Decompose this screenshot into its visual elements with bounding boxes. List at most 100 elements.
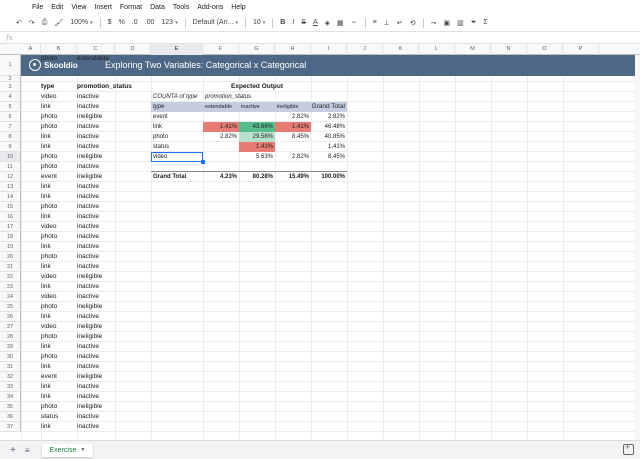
data-type-cell[interactable]: link <box>41 282 51 292</box>
add-sheet-icon[interactable]: + <box>10 445 16 456</box>
pivot-value[interactable] <box>203 152 239 162</box>
filter-icon[interactable]: ⏷ <box>471 19 477 27</box>
row-header-13[interactable]: 13 <box>0 182 21 192</box>
data-type-cell[interactable]: link <box>41 142 51 152</box>
data-type-cell[interactable]: photo <box>41 402 57 412</box>
data-status-cell[interactable]: inactive <box>77 142 137 152</box>
data-status-cell[interactable]: ineligible <box>77 172 137 182</box>
column-header-k[interactable]: K <box>383 44 419 55</box>
number-format-select[interactable]: 123 <box>161 19 177 26</box>
data-status-cell[interactable]: extendable <box>77 55 137 62</box>
decrease-decimal-button[interactable]: .0 <box>132 19 138 26</box>
row-header-5[interactable]: 5 <box>0 102 21 112</box>
selected-cell[interactable] <box>151 152 205 164</box>
row-header-27[interactable]: 27 <box>0 322 21 332</box>
fill-color-icon[interactable]: ◈ <box>325 19 330 27</box>
row-header-17[interactable]: 17 <box>0 222 21 232</box>
row-header-35[interactable]: 35 <box>0 402 21 412</box>
bold-button[interactable]: B <box>280 19 285 26</box>
pivot-counta-label[interactable]: COUNTA of type <box>151 92 203 102</box>
data-status-cell[interactable]: ineligible <box>77 322 137 332</box>
data-status-cell[interactable]: ineligible <box>77 152 137 162</box>
data-status-cell[interactable]: inactive <box>77 392 137 402</box>
data-status-cell[interactable]: inactive <box>77 362 137 372</box>
undo-icon[interactable]: ↶ <box>16 19 22 27</box>
menu-item-tools[interactable]: Tools <box>173 4 189 11</box>
paint-format-icon[interactable]: 🖌 <box>54 19 63 27</box>
data-type-cell[interactable]: photo <box>41 232 57 242</box>
pivot-heading[interactable]: Expected Output <box>231 82 311 92</box>
data-status-cell[interactable]: inactive <box>77 162 137 172</box>
data-status-cell[interactable]: ineligible <box>77 272 137 282</box>
data-status-cell[interactable]: inactive <box>77 382 137 392</box>
data-type-cell[interactable]: photo <box>41 152 57 162</box>
column-header-n[interactable]: N <box>491 44 527 55</box>
column-header-l[interactable]: L <box>419 44 455 55</box>
data-type-cell[interactable]: photo <box>41 162 57 172</box>
column-header-a[interactable]: A <box>21 44 41 55</box>
row-header-1[interactable]: 1 <box>0 55 21 76</box>
pivot-value[interactable]: 2.82% <box>275 112 311 122</box>
pivot-total-value[interactable]: 100.00% <box>311 172 347 182</box>
pivot-value[interactable] <box>239 112 275 122</box>
data-type-cell[interactable]: link <box>41 182 51 192</box>
column-header-d[interactable]: D <box>115 44 151 55</box>
row-header-21[interactable]: 21 <box>0 262 21 272</box>
data-type-cell[interactable]: photo <box>41 55 57 62</box>
data-status-cell[interactable]: inactive <box>77 132 137 142</box>
comment-icon[interactable]: ▣ <box>443 19 450 27</box>
align-icon[interactable]: ≡ <box>373 19 377 26</box>
wrap-icon[interactable]: ↵ <box>397 19 403 27</box>
row-header-18[interactable]: 18 <box>0 232 21 242</box>
data-status-cell[interactable]: ineligible <box>77 302 137 312</box>
pivot-total-value[interactable]: 4.23% <box>203 172 239 182</box>
column-header-b[interactable]: B <box>41 44 77 55</box>
data-type-cell[interactable]: link <box>41 212 51 222</box>
pivot-value[interactable]: 2.82% <box>311 112 347 122</box>
menu-item-edit[interactable]: Edit <box>51 4 63 11</box>
column-header-g[interactable]: G <box>239 44 275 55</box>
print-icon[interactable]: ⎙ <box>42 19 48 27</box>
borders-icon[interactable]: ▦ <box>337 19 344 27</box>
row-header-37[interactable]: 37 <box>0 422 21 432</box>
data-status-cell[interactable]: ineligible <box>77 402 137 412</box>
row-header-12[interactable]: 12 <box>0 172 21 182</box>
data-status-cell[interactable]: inactive <box>77 182 137 192</box>
explore-icon[interactable] <box>623 442 634 455</box>
row-header-22[interactable]: 22 <box>0 272 21 282</box>
formula-bar[interactable]: fx <box>0 32 640 44</box>
pivot-value[interactable]: 40.85% <box>311 132 347 142</box>
data-type-cell[interactable]: photo <box>41 332 57 342</box>
menu-item-format[interactable]: Format <box>120 4 142 11</box>
italic-button[interactable]: I <box>292 19 294 26</box>
strikethrough-button[interactable]: S <box>301 19 306 26</box>
row-header-19[interactable]: 19 <box>0 242 21 252</box>
pivot-value[interactable]: 2.82% <box>203 132 239 142</box>
data-type-cell[interactable]: link <box>41 132 51 142</box>
pivot-row-field[interactable]: type <box>151 102 203 112</box>
row-header-26[interactable]: 26 <box>0 312 21 322</box>
chevron-down-icon[interactable]: ▼ <box>80 447 85 453</box>
row-header-14[interactable]: 14 <box>0 192 21 202</box>
redo-icon[interactable]: ↷ <box>29 19 35 27</box>
data-type-cell[interactable]: status <box>41 412 58 422</box>
row-header-20[interactable]: 20 <box>0 252 21 262</box>
column-header-h[interactable]: H <box>275 44 311 55</box>
data-status-cell[interactable]: inactive <box>77 292 137 302</box>
increase-decimal-button[interactable]: .00 <box>145 19 155 26</box>
data-type-cell[interactable]: link <box>41 192 51 202</box>
pivot-total-label[interactable]: Grand Total <box>151 172 203 182</box>
pivot-value[interactable] <box>203 142 239 152</box>
data-status-cell[interactable]: inactive <box>77 282 137 292</box>
data-status-cell[interactable]: inactive <box>77 242 137 252</box>
data-status-cell[interactable]: ineligible <box>77 372 137 382</box>
row-header-33[interactable]: 33 <box>0 382 21 392</box>
row-header-4[interactable]: 4 <box>0 92 21 102</box>
data-status-cell[interactable]: inactive <box>77 342 137 352</box>
column-header-p[interactable]: P <box>563 44 599 55</box>
chart-icon[interactable]: ▥ <box>457 19 464 27</box>
data-type-cell[interactable]: video <box>41 292 57 302</box>
row-header-3[interactable]: 3 <box>0 82 21 92</box>
row-header-8[interactable]: 8 <box>0 132 21 142</box>
data-status-cell[interactable]: inactive <box>77 92 137 102</box>
